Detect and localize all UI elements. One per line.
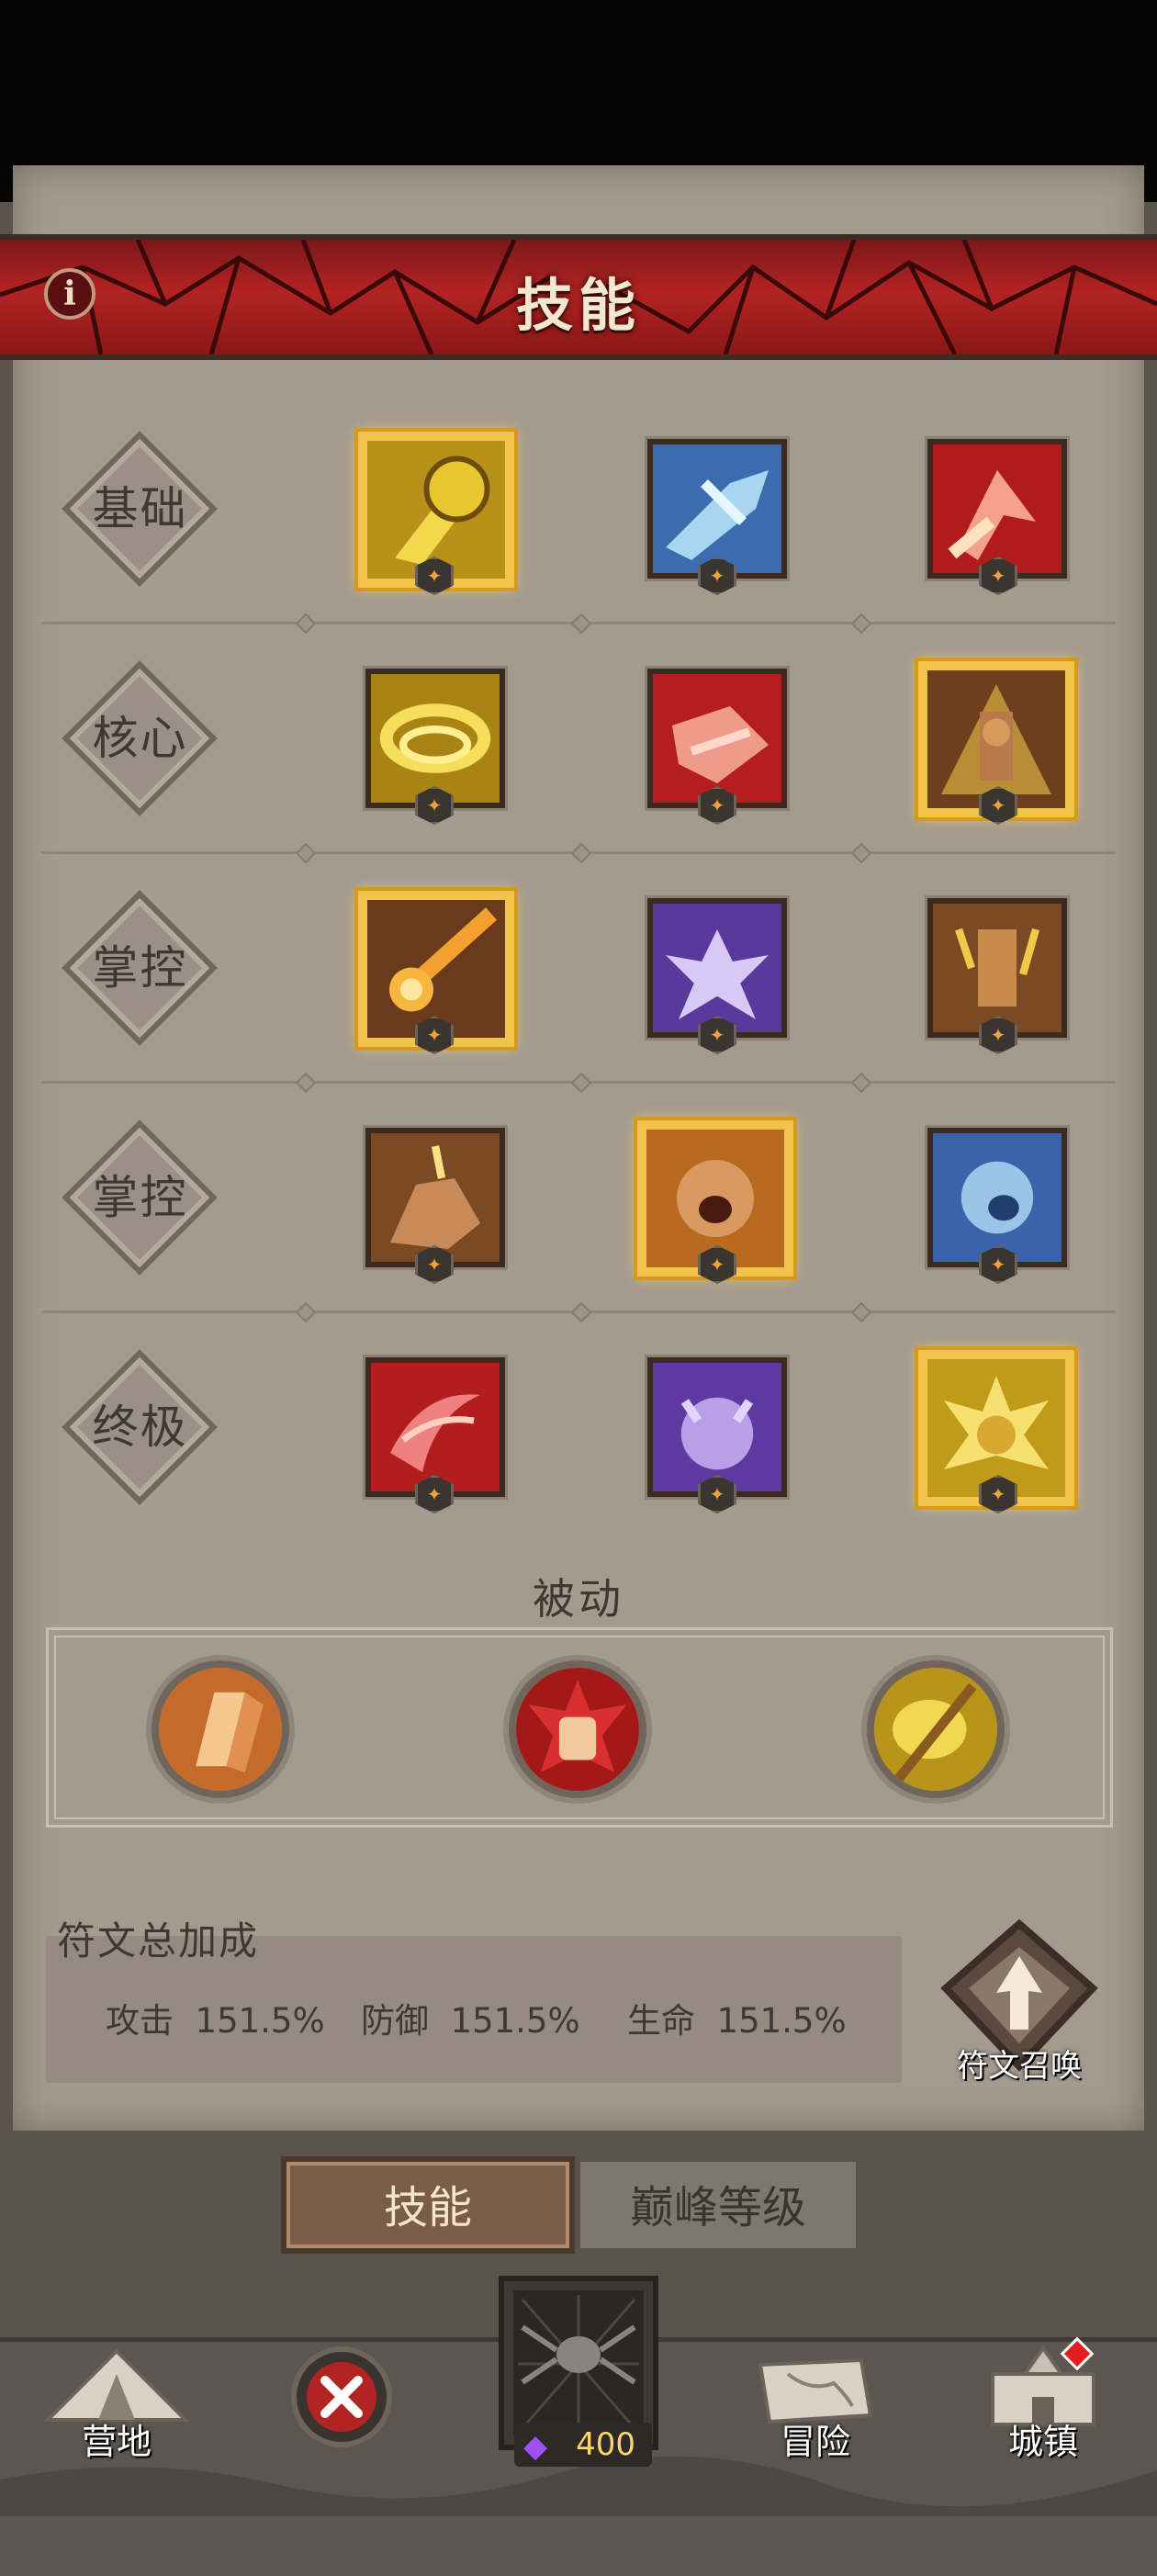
row-divider (41, 1301, 1116, 1323)
passive-title: 被动 (533, 1574, 624, 1624)
row-divider (41, 1072, 1116, 1094)
passive-blade-icon[interactable] (152, 1660, 289, 1798)
tab-skills[interactable]: 技能 (281, 2156, 575, 2254)
close-icon (291, 2346, 392, 2447)
page-title: 技能 (515, 272, 641, 339)
gem-count: ◆ 400 (514, 2423, 652, 2467)
nav-town-label[interactable]: 城镇 (951, 2413, 1135, 2464)
row-divider (41, 842, 1116, 864)
nav-adventure-label[interactable]: 冒险 (724, 2413, 907, 2464)
row-label-mastery-1: 掌控 (62, 890, 218, 1046)
rune-bonus-title: 符文总加成 (57, 1918, 260, 1963)
stat-attack: 攻击 151.5% (106, 2001, 325, 2041)
stat-health: 生命 151.5% (627, 2001, 847, 2041)
passive-axe-icon[interactable] (867, 1660, 1005, 1798)
row-label-ultimate: 终极 (62, 1349, 218, 1505)
nav-close[interactable] (248, 2337, 432, 2558)
info-button[interactable]: i (44, 268, 95, 320)
row-label-core: 核心 (62, 660, 218, 816)
rune-summon-label[interactable]: 符文召唤 (946, 2041, 1093, 2086)
nav-camp-label[interactable]: 营地 (25, 2413, 208, 2464)
stat-defense: 防御 151.5% (361, 2001, 580, 2041)
row-label-basic: 基础 (62, 431, 218, 587)
spider-emblem-icon (513, 2290, 644, 2435)
gem-icon: ◆ (523, 2428, 548, 2465)
passive-fist-icon[interactable] (509, 1660, 646, 1798)
row-divider (41, 613, 1116, 635)
row-label-mastery-2: 掌控 (62, 1119, 218, 1276)
tab-peak-level[interactable]: 巅峰等级 (575, 2156, 861, 2254)
